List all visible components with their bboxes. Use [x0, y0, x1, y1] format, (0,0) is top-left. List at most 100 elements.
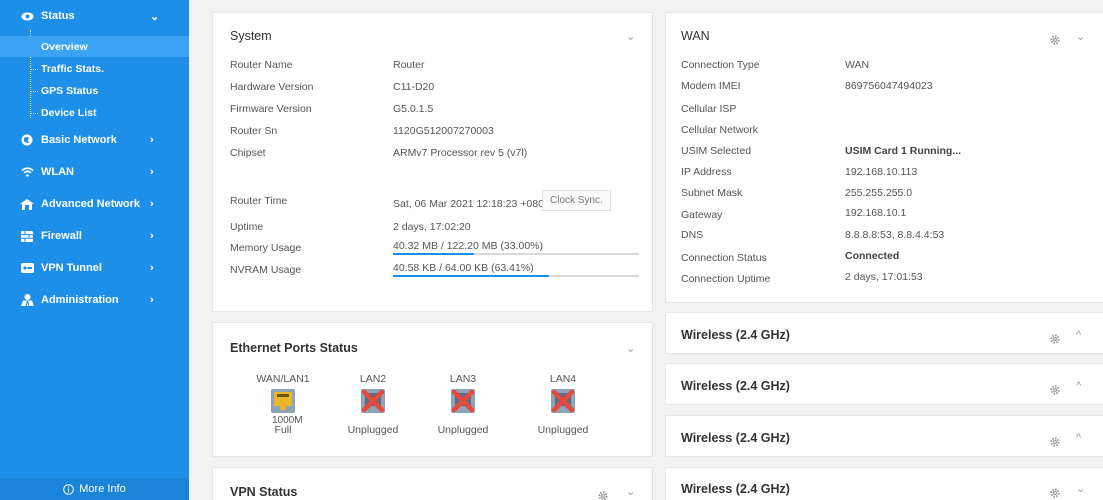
wan-row-value: 192.168.10.113	[845, 166, 918, 178]
wireless-title: Wireless (2.4 GHz)	[681, 482, 790, 496]
wan-row-value: 869756047494023	[845, 80, 933, 92]
wan-row-label: DNS	[681, 229, 704, 241]
chevron-down-icon[interactable]: ⌄	[1076, 30, 1085, 43]
router-time-value: Sat, 06 Mar 2021 12:18:23 +0800	[393, 198, 550, 210]
gear-icon[interactable]	[1050, 485, 1060, 498]
sidebar-item-status[interactable]: Status ⌄	[0, 3, 189, 29]
router-time-label: Router Time	[230, 195, 288, 207]
wan-row-label: IP Address	[681, 166, 732, 178]
chevron-up-icon[interactable]: ^	[1076, 432, 1081, 444]
port-lan3: LAN3 Unplugged	[423, 373, 503, 436]
uptime-label: Uptime	[230, 221, 264, 233]
sidebar-subitem-label: Overview	[41, 40, 88, 53]
memory-usage-bar	[393, 253, 639, 255]
clock-sync-button[interactable]: Clock Sync.	[542, 190, 611, 211]
sidebar-subitem-device-list[interactable]: Device List	[0, 102, 189, 123]
wan-row-value: 8.8.8.8:53, 8.8.4.4:53	[845, 229, 945, 241]
vpn-status-title: VPN Status	[230, 485, 298, 499]
sidebar-item-label: VPN Tunnel	[41, 262, 102, 274]
wan-row-label: Gateway	[681, 209, 723, 221]
nvram-usage-label: NVRAM Usage	[230, 264, 302, 276]
port-status: Unplugged	[537, 424, 589, 436]
gear-icon[interactable]	[598, 488, 608, 500]
wan-row-value: WAN	[845, 59, 870, 71]
nvram-usage-bar	[393, 275, 639, 277]
chevron-up-icon[interactable]: ^	[1076, 380, 1081, 392]
port-lan4: LAN4 Unplugged	[523, 373, 603, 436]
sidebar: Status ⌄ Overview Traffic Stats. GPS Sta…	[0, 0, 189, 500]
hardware-version-value: C11-D20	[393, 81, 435, 93]
wireless-panel: Wireless (2.4 GHz) ^	[665, 363, 1103, 405]
chipset-value: ARMv7 Processor rev 5 (v7l)	[393, 147, 528, 159]
wan-title: WAN	[681, 29, 710, 43]
gear-icon[interactable]	[1050, 331, 1060, 344]
sidebar-item-label: Advanced Network	[41, 198, 141, 210]
sidebar-subitem-label: Traffic Stats.	[41, 62, 105, 75]
chevron-right-icon: ›	[150, 230, 154, 242]
sidebar-subitem-label: GPS Status	[41, 84, 99, 97]
unplugged-port-icon	[451, 389, 475, 413]
wireless-panel: Wireless (2.4 GHz) ^	[665, 415, 1103, 457]
chevron-down-icon[interactable]: ⌄	[626, 30, 635, 43]
router-name-label: Router Name	[230, 59, 293, 71]
sidebar-subitem-gps-status[interactable]: GPS Status	[0, 80, 189, 101]
wireless-panel: Wireless (2.4 GHz) ^	[665, 312, 1103, 354]
gear-icon[interactable]	[1050, 434, 1060, 447]
port-name: WAN/LAN1	[256, 373, 310, 385]
wan-row-label: Cellular ISP	[681, 103, 737, 115]
port-lan2: LAN2 Unplugged	[333, 373, 413, 436]
wireless-title: Wireless (2.4 GHz)	[681, 379, 790, 393]
globe-icon	[19, 134, 35, 146]
wan-row-value: Connected	[845, 250, 900, 262]
sidebar-item-firewall[interactable]: Firewall ›	[0, 223, 189, 249]
more-info-button[interactable]: More Info	[0, 478, 189, 500]
sidebar-item-basic-network[interactable]: Basic Network ›	[0, 127, 189, 153]
gear-icon[interactable]	[1050, 32, 1060, 45]
gear-icon[interactable]	[1050, 382, 1060, 395]
sidebar-subitem-overview[interactable]: Overview	[0, 36, 189, 57]
sidebar-subitem-traffic-stats[interactable]: Traffic Stats.	[0, 58, 189, 79]
nvram-usage-fill	[393, 275, 549, 277]
sidebar-subitem-label: Device List	[41, 106, 97, 119]
firewall-icon	[19, 230, 35, 242]
sidebar-item-advanced-network[interactable]: Advanced Network ›	[0, 191, 189, 217]
sidebar-item-label: Status	[41, 10, 75, 22]
wan-row-label: Connection Uptime	[681, 273, 771, 285]
wifi-icon	[19, 167, 35, 177]
sidebar-item-label: WLAN	[41, 166, 74, 178]
sidebar-item-administration[interactable]: Administration ›	[0, 287, 189, 313]
chevron-down-icon: ⌄	[150, 10, 160, 23]
wan-row-value: USIM Card 1 Running...	[845, 145, 962, 157]
chevron-down-icon[interactable]: ⌄	[626, 342, 635, 355]
sidebar-item-label: Basic Network	[41, 134, 117, 146]
router-sn-value: 1120G512007270003	[393, 125, 494, 137]
wireless-title: Wireless (2.4 GHz)	[681, 431, 790, 445]
admin-icon	[19, 294, 35, 306]
chevron-up-icon[interactable]: ^	[1076, 329, 1081, 341]
chevron-down-icon[interactable]: ⌄	[626, 485, 635, 498]
chevron-right-icon: ›	[150, 262, 154, 274]
memory-usage-label: Memory Usage	[230, 242, 302, 254]
wan-row-label: Subnet Mask	[681, 187, 743, 199]
hardware-version-label: Hardware Version	[230, 81, 314, 93]
port-wan-lan1: WAN/LAN1 Full	[243, 373, 323, 436]
wan-row-value: 2 days, 17:01:53	[845, 271, 923, 283]
sidebar-item-vpn-tunnel[interactable]: VPN Tunnel ›	[0, 255, 189, 281]
system-panel: System ⌄ Router Name Router Hardware Ver…	[212, 12, 653, 312]
port-status: Unplugged	[437, 424, 489, 436]
port-name: LAN2	[359, 373, 387, 385]
wan-row-value: 192.168.10.1	[845, 207, 907, 219]
port-name: LAN3	[449, 373, 477, 385]
port-name: LAN4	[549, 373, 577, 385]
chevron-down-icon[interactable]: ⌄	[1076, 482, 1085, 495]
wan-row-label: Connection Status	[681, 252, 767, 264]
wan-row-label: Cellular Network	[681, 124, 759, 136]
unplugged-port-icon	[551, 389, 575, 413]
wan-row-label: USIM Selected	[681, 145, 752, 157]
sidebar-item-label: Firewall	[41, 230, 82, 242]
ethernet-ports-title: Ethernet Ports Status	[230, 341, 358, 355]
chipset-label: Chipset	[230, 147, 266, 159]
firmware-version-value: G5.0.1.5	[393, 103, 434, 115]
sidebar-item-wlan[interactable]: WLAN ›	[0, 159, 189, 185]
chevron-right-icon: ›	[150, 294, 154, 306]
